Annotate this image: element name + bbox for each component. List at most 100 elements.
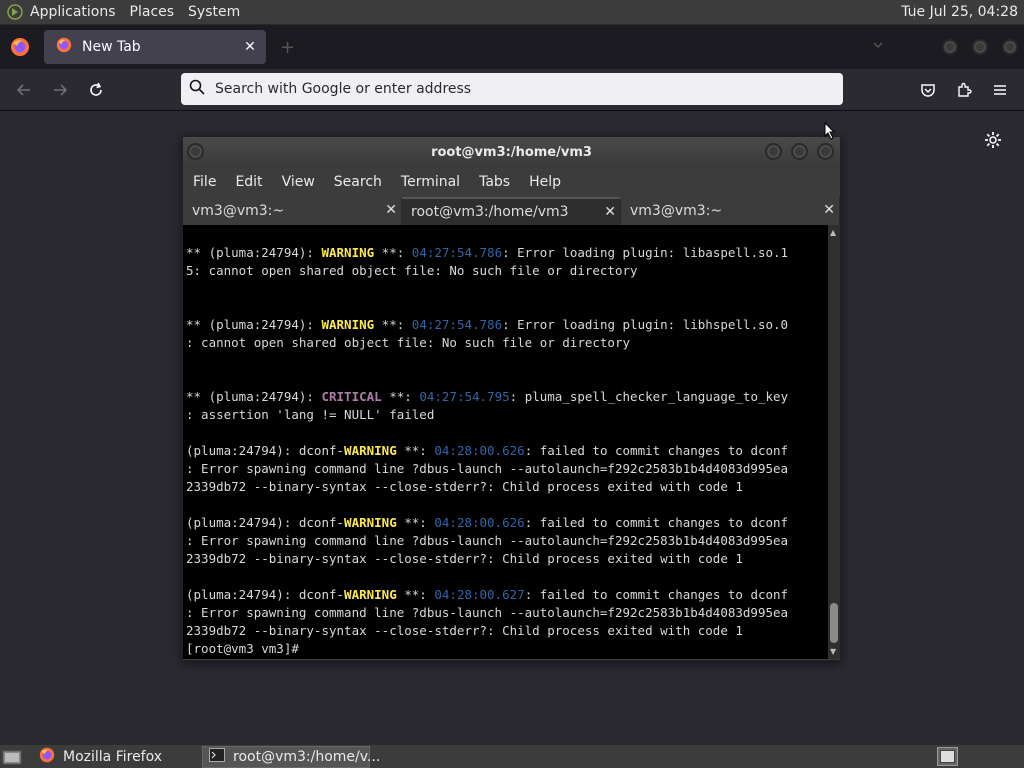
terminal-tabs: vm3@vm3:~ ✕ root@vm3:/home/vm3 ✕ vm3@vm3… [183,197,840,225]
terminal-tab-label: vm3@vm3:~ [630,203,723,219]
back-arrow-icon[interactable] [12,78,36,102]
menu-file[interactable]: File [193,174,216,190]
scrollbar-thumb[interactable] [830,603,838,643]
terminal-titlebar[interactable]: root@vm3:/home/vm3 [183,137,840,167]
terminal-tab-label: root@vm3:/home/vm3 [411,204,569,220]
terminal-menubar: File Edit View Search Terminal Tabs Help [183,167,840,197]
workspace-switcher[interactable] [937,747,958,766]
terminal-line: (pluma:24794): dconf-WARNING **: 04:28:0… [186,586,828,604]
menu-search[interactable]: Search [334,174,382,190]
terminal-text: WARNING [344,587,397,602]
terminal-text: **: [396,515,435,530]
terminal-text: : Error spawning command line ?dbus-laun… [186,461,789,476]
window-menu-button[interactable] [187,143,204,160]
terminal-text: : cannot open shared object file: No suc… [186,335,631,350]
hamburger-menu-icon[interactable] [988,78,1012,102]
address-bar[interactable] [181,73,843,105]
terminal-tab-3[interactable]: vm3@vm3:~ ✕ [621,197,840,225]
show-desktop-icon[interactable] [2,748,22,765]
terminal-text: : Error spawning command line ?dbus-laun… [186,605,789,620]
new-tab-button[interactable]: + [280,37,295,58]
close-icon[interactable]: ✕ [823,202,835,218]
workspace-1[interactable] [940,750,955,763]
applications-menu[interactable]: Applications [30,4,116,20]
terminal-line: : Error spawning command line ?dbus-laun… [186,532,828,550]
terminal-maximize-button[interactable] [791,143,808,160]
taskbar-terminal[interactable]: root@vm3:/home/v... [202,746,380,768]
terminal-tab-2[interactable]: root@vm3:/home/vm3 ✕ [402,197,621,225]
bottom-panel: Mozilla Firefox root@vm3:/home/v... [0,744,1024,768]
menu-tabs[interactable]: Tabs [479,174,510,190]
terminal-line: ** (pluma:24794): CRITICAL **: 04:27:54.… [186,388,828,406]
terminal-text: 5: cannot open shared object file: No su… [186,263,638,278]
terminal-line: : Error spawning command line ?dbus-laun… [186,460,828,478]
terminal-text: : failed to commit changes to dconf [524,587,789,602]
terminal-text: ** (pluma:24794): [186,389,322,404]
terminal-line: 2339db72 --binary-syntax --close-stderr?… [186,550,828,568]
terminal-text: [root@vm3 vm3]# [186,641,307,656]
maximize-button[interactable] [972,39,988,55]
terminal-line: : cannot open shared object file: No suc… [186,334,828,352]
terminal-line: 2339db72 --binary-syntax --close-stderr?… [186,622,828,640]
taskbar-label: root@vm3:/home/v... [233,749,381,765]
scroll-down-icon[interactable]: ▼ [830,647,838,656]
firefox-tab-icon [56,37,72,57]
taskbar-firefox[interactable]: Mozilla Firefox [33,746,200,768]
gear-icon[interactable] [984,131,1002,153]
close-icon[interactable]: ✕ [604,204,616,220]
places-menu[interactable]: Places [130,4,175,20]
scroll-up-icon[interactable]: ▲ [830,228,838,237]
minimize-button[interactable] [942,39,958,55]
terminal-text: : pluma_spell_checker_language_to_key [509,389,789,404]
system-menu[interactable]: System [188,4,240,20]
terminal-line: : assertion 'lang != NULL' failed [186,406,828,424]
terminal-line: 2339db72 --binary-syntax --close-stderr?… [186,478,828,496]
terminal-text: **: [381,389,420,404]
terminal-close-button[interactable] [817,143,834,160]
terminal-text: 2339db72 --binary-syntax --close-stderr?… [186,551,743,566]
extensions-icon[interactable] [952,78,976,102]
menu-edit[interactable]: Edit [235,174,262,190]
close-window-button[interactable] [1002,39,1018,55]
terminal-text: **: [396,443,435,458]
firefox-view-icon[interactable] [10,37,30,61]
tab-title: New Tab [82,39,141,55]
forward-arrow-icon[interactable] [48,78,72,102]
pocket-icon[interactable] [916,78,940,102]
clock[interactable]: Tue Jul 25, 04:28 [901,4,1018,20]
close-icon[interactable]: ✕ [385,202,397,218]
terminal-text: 04:28:00.626 [434,515,525,530]
terminal-text: (pluma:24794): dconf- [186,515,345,530]
tab-close-icon[interactable]: ✕ [240,37,260,57]
menu-terminal[interactable]: Terminal [401,174,460,190]
mate-logo-icon[interactable] [6,3,24,21]
menu-help[interactable]: Help [529,174,561,190]
tab-new-tab[interactable]: New Tab ✕ [44,30,266,64]
terminal-output[interactable]: ** (pluma:24794): WARNING **: 04:27:54.7… [183,225,828,659]
firefox-tab-bar: New Tab ✕ + [0,25,1024,69]
terminal-icon [209,748,225,766]
terminal-text: ** (pluma:24794): [186,317,322,332]
terminal-tab-1[interactable]: vm3@vm3:~ ✕ [183,197,402,225]
firefox-nav-bar [0,69,1024,111]
terminal-text: (pluma:24794): dconf- [186,587,345,602]
terminal-line: ** (pluma:24794): WARNING **: 04:27:54.7… [186,316,828,334]
terminal-minimize-button[interactable] [765,143,782,160]
terminal-text: 04:27:54.795 [419,389,510,404]
terminal-text: CRITICAL [321,389,382,404]
url-input[interactable] [215,81,815,97]
terminal-text: : assertion 'lang != NULL' failed [186,407,435,422]
taskbar-label: Mozilla Firefox [63,749,163,765]
terminal-text: 04:27:54.786 [411,317,503,332]
search-icon [189,79,205,99]
terminal-scrollbar[interactable]: ▲ ▼ [828,225,840,659]
terminal-text: **: [374,317,412,332]
menu-view[interactable]: View [282,174,315,190]
terminal-window: root@vm3:/home/vm3 File Edit View Search… [182,136,841,661]
chevron-down-icon[interactable] [872,39,884,55]
reload-icon[interactable] [84,78,108,102]
